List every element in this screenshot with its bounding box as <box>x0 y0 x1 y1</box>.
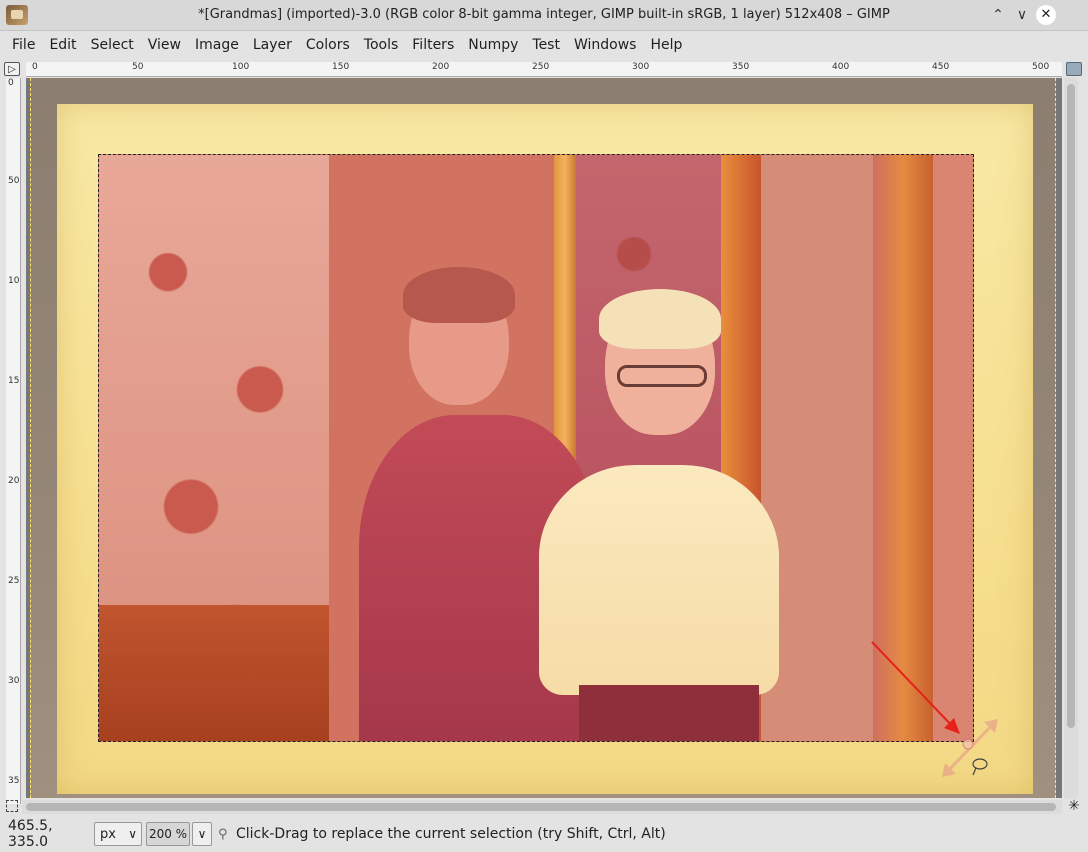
photo-person-right <box>539 289 789 741</box>
hruler-tick: 100 <box>232 62 250 72</box>
menu-help[interactable]: Help <box>643 31 689 59</box>
horizontal-scroll-thumb[interactable] <box>26 803 1056 811</box>
image-viewport[interactable] <box>26 78 1062 798</box>
vruler-tick: 0 <box>8 78 14 88</box>
horizontal-ruler[interactable]: 0 50 100 150 200 250 300 350 400 450 500 <box>26 62 1062 77</box>
zoom-dropdown-button[interactable]: ∨ <box>192 822 212 846</box>
photo-furniture <box>99 605 329 741</box>
hruler-tick: 250 <box>532 62 550 72</box>
hruler-tick: 300 <box>632 62 650 72</box>
menu-file[interactable]: File <box>5 31 42 59</box>
hruler-tick: 0 <box>32 62 38 72</box>
menu-colors[interactable]: Colors <box>299 31 357 59</box>
photo-selection-region[interactable] <box>98 154 974 742</box>
menu-bar: File Edit Select View Image Layer Colors… <box>0 31 1088 59</box>
menu-numpy[interactable]: Numpy <box>461 31 525 59</box>
image-menu-icon[interactable]: ▷ <box>4 62 20 76</box>
minimize-icon[interactable]: ∨ <box>1012 5 1032 25</box>
vertical-ruler[interactable]: 0 50 100 150 200 250 300 350 <box>6 78 21 804</box>
zoom-follow-window-icon[interactable] <box>1066 62 1082 76</box>
hruler-tick: 200 <box>432 62 450 72</box>
menu-test[interactable]: Test <box>525 31 567 59</box>
vruler-tick: 300 <box>8 676 20 686</box>
menu-windows[interactable]: Windows <box>567 31 644 59</box>
vertical-scrollbar[interactable] <box>1064 78 1078 798</box>
photo-trim-right <box>873 155 933 741</box>
free-select-tool-icon: ⚲ <box>218 827 228 842</box>
hruler-tick: 150 <box>332 62 350 72</box>
canvas-area: ▷ 0 50 100 150 200 250 300 350 400 450 5… <box>4 60 1084 818</box>
window-title: *[Grandmas] (imported)-3.0 (RGB color 8-… <box>198 7 890 22</box>
hruler-tick: 350 <box>732 62 750 72</box>
menu-tools[interactable]: Tools <box>357 31 406 59</box>
unit-selector[interactable]: px ∨ <box>94 822 142 846</box>
vruler-tick: 50 <box>8 176 20 186</box>
person-right-glasses <box>617 365 707 387</box>
pointer-coordinates: 465.5, 335.0 <box>8 818 53 850</box>
title-bar: *[Grandmas] (imported)-3.0 (RGB color 8-… <box>0 0 1088 31</box>
vruler-tick: 350 <box>8 776 20 786</box>
status-message: Click-Drag to replace the current select… <box>236 826 666 842</box>
menu-image[interactable]: Image <box>188 31 246 59</box>
zoom-field[interactable]: 200 % <box>146 822 190 846</box>
unit-value: px <box>100 826 116 842</box>
hruler-tick: 400 <box>832 62 850 72</box>
vertical-scroll-thumb[interactable] <box>1067 84 1075 728</box>
vruler-tick: 250 <box>8 576 20 586</box>
menu-edit[interactable]: Edit <box>42 31 83 59</box>
person-right-hair <box>599 289 721 349</box>
person-right-blouse <box>539 465 779 695</box>
menu-select[interactable]: Select <box>84 31 141 59</box>
quick-mask-toggle-icon[interactable] <box>6 800 18 812</box>
person-right-skirt <box>579 685 759 741</box>
status-bar: 465.5, 335.0 px ∨ 200 % ∨ ⚲ Click-Drag t… <box>0 818 1088 850</box>
hruler-tick: 50 <box>132 62 144 72</box>
hruler-tick: 500 <box>1032 62 1050 72</box>
chevron-down-icon: ∨ <box>128 827 137 841</box>
close-icon: ✕ <box>1037 6 1055 24</box>
menu-filters[interactable]: Filters <box>405 31 461 59</box>
menu-layer[interactable]: Layer <box>246 31 299 59</box>
close-button[interactable]: ✕ <box>1036 5 1056 25</box>
keep-above-icon[interactable]: ⌃ <box>988 5 1008 25</box>
horizontal-scrollbar[interactable] <box>22 800 1062 814</box>
navigate-icon[interactable]: ✳ <box>1066 798 1082 814</box>
vruler-tick: 150 <box>8 376 20 386</box>
person-left-hair <box>403 267 515 323</box>
chevron-down-icon: ∨ <box>197 827 207 841</box>
vruler-tick: 100 <box>8 276 20 286</box>
vruler-tick: 200 <box>8 476 20 486</box>
menu-view[interactable]: View <box>141 31 188 59</box>
hruler-tick: 450 <box>932 62 950 72</box>
